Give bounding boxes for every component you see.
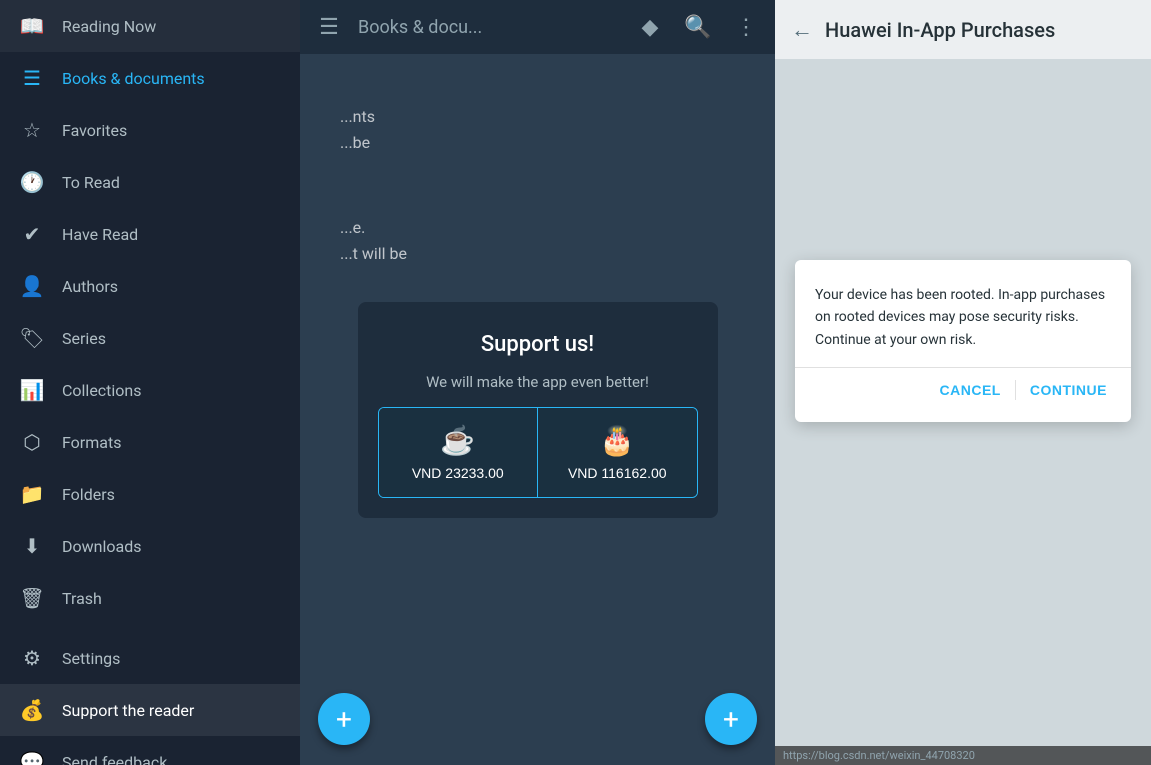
alert-actions: CANCEL CONTINUE xyxy=(795,367,1131,412)
sidebar-item-trash-label: Trash xyxy=(62,589,102,608)
sidebar-item-authors[interactable]: 👤 Authors xyxy=(0,260,300,312)
diamond-icon[interactable]: ◆ xyxy=(631,8,669,46)
sidebar-item-feedback-label: Send feedback xyxy=(62,753,167,765)
right-panel: ← Huawei In-App Purchases Your device ha… xyxy=(775,0,1151,765)
sidebar-item-settings[interactable]: ⚙ Settings xyxy=(0,632,300,684)
sidebar-item-formats[interactable]: ⬡ Formats xyxy=(0,416,300,468)
continue-button[interactable]: CONTINUE xyxy=(1016,372,1121,408)
sidebar-item-formats-label: Formats xyxy=(62,433,121,452)
alert-dialog: Your device has been rooted. In-app purc… xyxy=(795,260,1131,422)
sidebar-item-support[interactable]: 💰 Support the reader xyxy=(0,684,300,736)
downloads-icon: ⬇ xyxy=(20,534,44,558)
sidebar-item-favorites-label: Favorites xyxy=(62,121,127,140)
purchase-option-1[interactable]: ☕ VND 23233.00 xyxy=(379,408,539,497)
sidebar-item-reading-now[interactable]: 📖 Reading Now xyxy=(0,0,300,52)
authors-icon: 👤 xyxy=(20,274,44,298)
sidebar-item-support-label: Support the reader xyxy=(62,701,194,720)
sidebar-item-folders-label: Folders xyxy=(62,485,115,504)
sidebar-item-downloads-label: Downloads xyxy=(62,537,141,556)
fab-right-icon: + xyxy=(723,703,739,736)
sidebar-item-series-label: Series xyxy=(62,329,106,348)
middle-content: ...nts ...be ...e. ...t will be Support … xyxy=(300,54,775,765)
middle-panel: ☰ Books & docu... ◆ 🔍 ⋮ ...nts ...be ...… xyxy=(300,0,775,765)
sidebar-item-trash[interactable]: 🗑 Trash xyxy=(0,572,300,624)
search-icon[interactable]: 🔍 xyxy=(679,8,717,46)
sidebar-item-collections[interactable]: 📊 Collections xyxy=(0,364,300,416)
sidebar-item-feedback[interactable]: 💬 Send feedback xyxy=(0,736,300,765)
menu-icon[interactable]: ☰ xyxy=(310,8,348,46)
reading-now-icon: 📖 xyxy=(20,14,44,38)
sidebar-item-authors-label: Authors xyxy=(62,277,118,296)
sidebar-item-reading-now-label: Reading Now xyxy=(62,17,156,36)
feedback-icon: 💬 xyxy=(20,750,44,765)
to-read-icon: 🕐 xyxy=(20,170,44,194)
sidebar-item-to-read-label: To Read xyxy=(62,173,120,192)
have-read-icon: ✔ xyxy=(20,222,44,246)
fab-left-icon: + xyxy=(336,703,352,736)
background-text: ...nts ...be ...e. ...t will be xyxy=(340,104,407,266)
url-bar: https://blog.csdn.net/weixin_44708320 xyxy=(775,746,1151,765)
trash-icon: 🗑 xyxy=(20,586,44,610)
sidebar-item-collections-label: Collections xyxy=(62,381,142,400)
support-dialog-title: Support us! xyxy=(481,332,594,357)
cake-icon: 🎂 xyxy=(600,424,635,457)
purchase-price-1: VND 23233.00 xyxy=(412,465,504,481)
sidebar: 📖 Reading Now ☰ Books & documents ☆ Favo… xyxy=(0,0,300,765)
formats-icon: ⬡ xyxy=(20,430,44,454)
right-panel-title: Huawei In-App Purchases xyxy=(825,18,1055,42)
sidebar-item-folders[interactable]: 📁 Folders xyxy=(0,468,300,520)
right-body: Your device has been rooted. In-app purc… xyxy=(775,60,1151,765)
folders-icon: 📁 xyxy=(20,482,44,506)
books-icon: ☰ xyxy=(20,66,44,90)
cancel-button[interactable]: CANCEL xyxy=(926,372,1015,408)
sidebar-item-series[interactable]: 🏷 Series xyxy=(0,312,300,364)
back-icon[interactable]: ← xyxy=(791,17,813,43)
middle-title: Books & docu... xyxy=(358,17,621,38)
purchase-option-2[interactable]: 🎂 VND 116162.00 xyxy=(538,408,697,497)
support-dialog-subtitle: We will make the app even better! xyxy=(426,373,649,391)
fab-left[interactable]: + xyxy=(318,693,370,745)
sidebar-item-books-documents[interactable]: ☰ Books & documents xyxy=(0,52,300,104)
favorites-icon: ☆ xyxy=(20,118,44,142)
middle-header: ☰ Books & docu... ◆ 🔍 ⋮ xyxy=(300,0,775,54)
series-icon: 🏷 xyxy=(20,326,44,350)
sidebar-item-favorites[interactable]: ☆ Favorites xyxy=(0,104,300,156)
right-header: ← Huawei In-App Purchases xyxy=(775,0,1151,60)
collections-icon: 📊 xyxy=(20,378,44,402)
settings-icon: ⚙ xyxy=(20,646,44,670)
sidebar-item-downloads[interactable]: ⬇ Downloads xyxy=(0,520,300,572)
coffee-icon: ☕ xyxy=(440,424,475,457)
support-dialog: Support us! We will make the app even be… xyxy=(358,302,718,518)
sidebar-item-books-label: Books & documents xyxy=(62,69,205,88)
alert-body: Your device has been rooted. In-app purc… xyxy=(815,284,1111,351)
sidebar-item-to-read[interactable]: 🕐 To Read xyxy=(0,156,300,208)
purchase-price-2: VND 116162.00 xyxy=(568,465,667,481)
sidebar-item-have-read-label: Have Read xyxy=(62,225,138,244)
fab-right[interactable]: + xyxy=(705,693,757,745)
sidebar-item-settings-label: Settings xyxy=(62,649,120,668)
more-icon[interactable]: ⋮ xyxy=(727,8,765,46)
purchase-options: ☕ VND 23233.00 🎂 VND 116162.00 xyxy=(378,407,698,498)
support-icon: 💰 xyxy=(20,698,44,722)
sidebar-item-have-read[interactable]: ✔ Have Read xyxy=(0,208,300,260)
